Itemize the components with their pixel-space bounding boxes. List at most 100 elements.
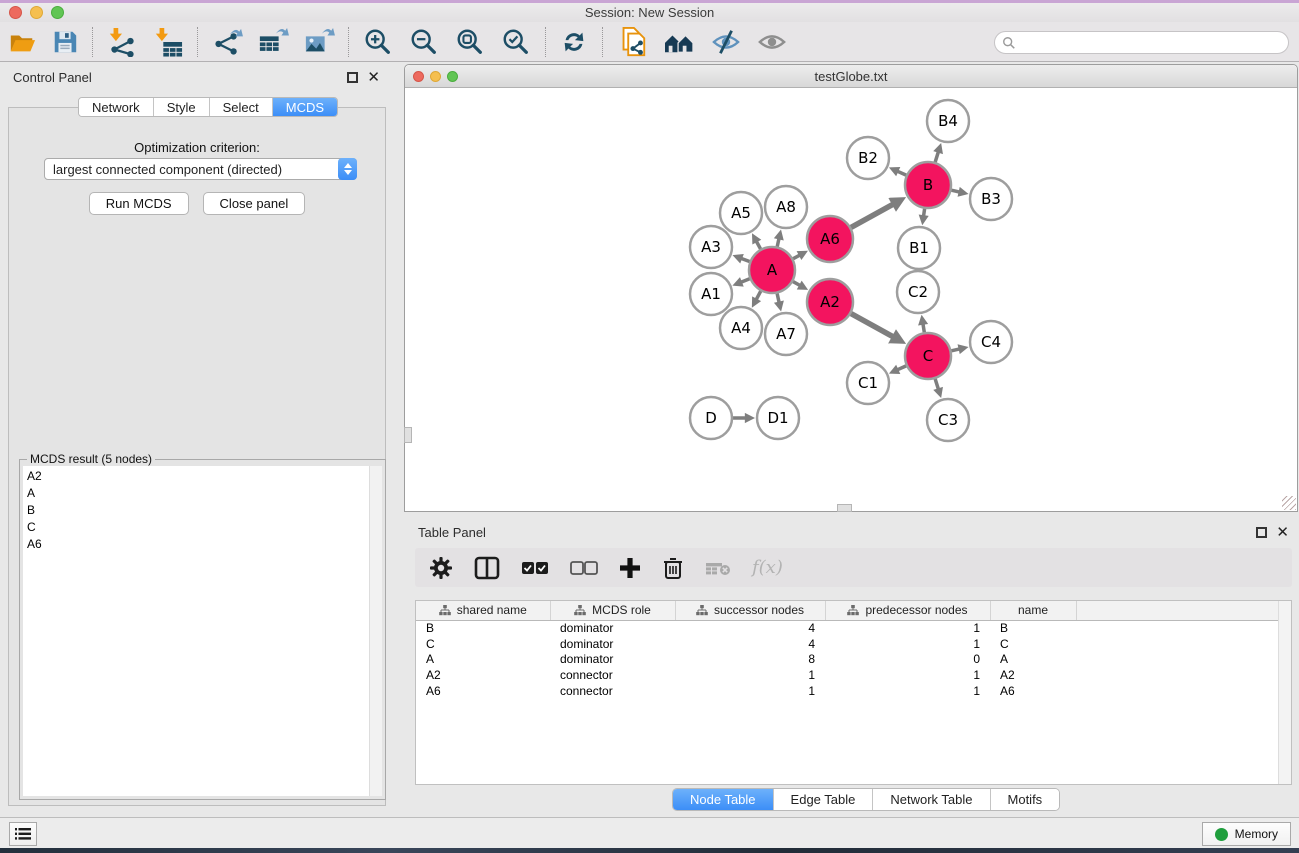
graph-node-B4[interactable]: B4 — [927, 100, 969, 142]
edge-B-B2[interactable] — [897, 171, 906, 175]
new-network-from-selection-icon[interactable] — [609, 24, 655, 60]
edge-A2-C[interactable] — [851, 314, 893, 337]
graph-node-A3[interactable]: A3 — [690, 226, 732, 268]
edge-C-C3[interactable] — [935, 379, 938, 389]
column-header-MCDS-role[interactable]: MCDS role — [550, 601, 675, 620]
close-panel-icon[interactable]: ✕ — [367, 72, 380, 83]
tab-select[interactable]: Select — [210, 98, 273, 116]
graph-node-A8[interactable]: A8 — [765, 186, 807, 228]
zoom-out-icon[interactable] — [401, 24, 447, 60]
result-list-scrollbar[interactable] — [369, 466, 382, 796]
export-network-icon[interactable] — [204, 24, 250, 60]
deselect-all-columns-icon[interactable] — [570, 559, 598, 577]
graph-node-B[interactable]: B — [905, 162, 951, 208]
table-float-panel-icon[interactable] — [1256, 527, 1267, 538]
task-history-button[interactable] — [9, 822, 37, 846]
graph-node-B1[interactable]: B1 — [898, 227, 940, 269]
graph-node-C3[interactable]: C3 — [927, 399, 969, 441]
table-settings-gear-icon[interactable] — [429, 556, 453, 580]
export-table-icon[interactable] — [250, 24, 296, 60]
delete-table-icon[interactable] — [705, 559, 731, 577]
refresh-icon[interactable] — [552, 24, 596, 60]
edge-C-C4[interactable] — [951, 349, 959, 351]
graph-node-D1[interactable]: D1 — [757, 397, 799, 439]
search-field[interactable] — [994, 31, 1289, 54]
graph-node-A[interactable]: A — [749, 247, 795, 293]
tab-node-table[interactable]: Node Table — [673, 789, 774, 810]
graph-node-D[interactable]: D — [690, 397, 732, 439]
export-image-icon[interactable] — [296, 24, 342, 60]
run-mcds-button[interactable]: Run MCDS — [89, 192, 189, 215]
table-row[interactable]: A6connector11A6 — [416, 683, 1280, 699]
table-row[interactable]: Cdominator41C — [416, 636, 1280, 652]
network-canvas[interactable]: B4B2BB3A5A8A6B1A3AC2A1A2A4A7C4CC1C3DD1 — [405, 88, 1297, 511]
tab-motifs[interactable]: Motifs — [991, 789, 1060, 810]
edge-A-A7[interactable] — [777, 293, 779, 302]
edge-B-B1[interactable] — [924, 209, 925, 216]
optimization-criterion-dropdown[interactable]: largest connected component (directed) — [44, 158, 357, 180]
memory-button[interactable]: Memory — [1202, 822, 1291, 846]
tab-style[interactable]: Style — [154, 98, 210, 116]
mcds-result-item[interactable]: A2 — [27, 468, 369, 485]
graph-node-C2[interactable]: C2 — [897, 271, 939, 313]
graph-node-B2[interactable]: B2 — [847, 137, 889, 179]
network-graph[interactable]: B4B2BB3A5A8A6B1A3AC2A1A2A4A7C4CC1C3DD1 — [405, 88, 1297, 511]
edge-A-A2[interactable] — [793, 282, 800, 286]
delete-column-trash-icon[interactable] — [662, 556, 684, 580]
edge-B-B4[interactable] — [935, 152, 938, 162]
column-header-name[interactable]: name — [990, 601, 1076, 620]
edge-C-C2[interactable] — [923, 324, 924, 333]
import-network-icon[interactable] — [99, 24, 145, 60]
close-panel-button[interactable]: Close panel — [203, 192, 306, 215]
open-session-icon[interactable] — [0, 24, 44, 60]
mcds-result-item[interactable]: C — [27, 519, 369, 536]
graph-node-C[interactable]: C — [905, 333, 951, 379]
graph-node-A1[interactable]: A1 — [690, 273, 732, 315]
table-row[interactable]: A2connector11A2 — [416, 667, 1280, 683]
column-header-shared-name[interactable]: shared name — [416, 601, 550, 620]
first-neighbors-icon[interactable] — [655, 24, 703, 60]
table-row[interactable]: Bdominator41B — [416, 620, 1280, 636]
edge-A-A3[interactable] — [741, 258, 749, 261]
import-table-icon[interactable] — [145, 24, 191, 60]
birdseye-handle-bottom[interactable] — [837, 504, 852, 512]
save-session-icon[interactable] — [44, 24, 86, 60]
resize-grip-icon[interactable] — [1282, 496, 1296, 510]
table-close-panel-icon[interactable]: ✕ — [1276, 527, 1289, 538]
hide-selected-icon[interactable] — [703, 24, 749, 60]
show-columns-icon[interactable] — [474, 556, 500, 580]
mcds-result-item[interactable]: A6 — [27, 536, 369, 553]
column-header-successor-nodes[interactable]: successor nodes — [675, 601, 825, 620]
edge-C-C1[interactable] — [897, 366, 906, 370]
zoom-in-icon[interactable] — [355, 24, 401, 60]
edge-A6-B[interactable] — [851, 204, 893, 227]
tab-network-table[interactable]: Network Table — [873, 789, 990, 810]
tab-edge-table[interactable]: Edge Table — [774, 789, 874, 810]
graph-node-C1[interactable]: C1 — [847, 362, 889, 404]
table-row[interactable]: Adominator80A — [416, 651, 1280, 667]
show-all-icon[interactable] — [749, 24, 795, 60]
column-header-predecessor-nodes[interactable]: predecessor nodes — [825, 601, 990, 620]
table-scrollbar[interactable] — [1278, 601, 1291, 784]
graph-node-A4[interactable]: A4 — [720, 307, 762, 349]
tab-network[interactable]: Network — [79, 98, 154, 116]
edge-A-A8[interactable] — [777, 238, 779, 246]
graph-node-A5[interactable]: A5 — [720, 192, 762, 234]
create-column-plus-icon[interactable] — [619, 557, 641, 579]
birdseye-handle-left[interactable] — [404, 427, 412, 443]
mcds-result-list[interactable]: A2ABCA6 — [23, 466, 369, 796]
mcds-result-item[interactable]: A — [27, 485, 369, 502]
dropdown-stepper-icon[interactable] — [338, 158, 357, 180]
graph-node-C4[interactable]: C4 — [970, 321, 1012, 363]
zoom-selected-icon[interactable] — [493, 24, 539, 60]
edge-B-B3[interactable] — [951, 190, 959, 192]
graph-node-A2[interactable]: A2 — [807, 279, 853, 325]
graph-node-B3[interactable]: B3 — [970, 178, 1012, 220]
graph-node-A6[interactable]: A6 — [807, 216, 853, 262]
edge-A-A6[interactable] — [793, 255, 800, 259]
select-all-columns-icon[interactable] — [521, 559, 549, 577]
edge-A-A5[interactable] — [756, 241, 760, 249]
zoom-fit-icon[interactable] — [447, 24, 493, 60]
network-window-titlebar[interactable]: testGlobe.txt — [405, 65, 1297, 88]
mcds-result-item[interactable]: B — [27, 502, 369, 519]
